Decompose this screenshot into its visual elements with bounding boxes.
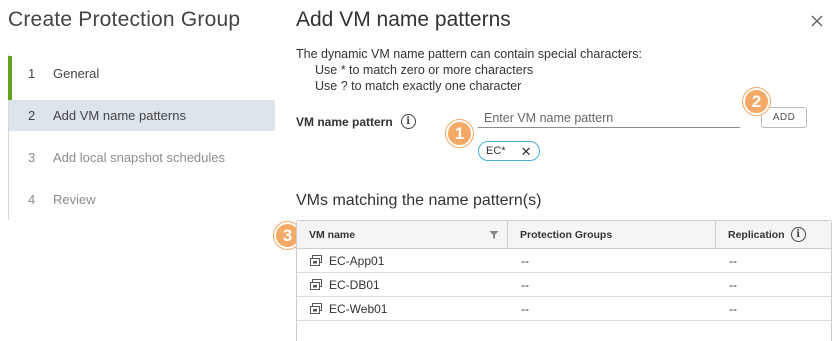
protection-groups-cell: --: [521, 253, 529, 268]
replication-cell: --: [729, 277, 737, 292]
vm-name-cell: EC-Web01: [297, 297, 507, 320]
vm-name: EC-DB01: [329, 277, 380, 292]
callout-badge-1: 1: [446, 120, 473, 147]
pattern-description: The dynamic VM name pattern can contain …: [296, 46, 642, 94]
pattern-chip: EC* ✕: [478, 141, 541, 161]
chip-label: EC*: [486, 145, 506, 157]
vm-name-cell: EC-DB01: [297, 273, 507, 296]
description-line: Use * to match zero or more characters: [315, 63, 534, 77]
page-title: Add VM name patterns: [296, 8, 511, 31]
column-header-protection-groups[interactable]: Protection Groups: [507, 221, 715, 248]
vm-icon: [309, 302, 323, 316]
vm-name: EC-App01: [329, 253, 385, 268]
step-add-vm-name-patterns[interactable]: 2 Add VM name patterns: [9, 100, 275, 131]
column-header-vm-name[interactable]: VM name: [297, 221, 507, 248]
replication-cell: --: [729, 253, 737, 268]
matching-vms-table: VM name Protection Groups Replication i …: [296, 220, 832, 341]
vm-name-cell: EC-App01: [297, 249, 507, 272]
vm-name-pattern-input[interactable]: [478, 108, 740, 128]
column-label: Protection Groups: [520, 228, 613, 241]
step-number: 4: [28, 192, 36, 207]
filter-icon[interactable]: [489, 230, 499, 243]
vm-icon: [309, 254, 323, 268]
table-row[interactable]: EC-DB01 -- --: [297, 273, 831, 297]
vm-name: EC-Web01: [329, 301, 388, 316]
add-button[interactable]: ADD: [761, 107, 807, 128]
info-icon[interactable]: i: [790, 227, 806, 242]
vm-name-pattern-label: VM name pattern i: [296, 114, 416, 129]
step-label: Review: [53, 192, 96, 207]
step-label: Add VM name patterns: [53, 108, 186, 123]
table-row[interactable]: EC-Web01 -- --: [297, 297, 831, 321]
replication-cell: --: [729, 301, 737, 316]
table-row[interactable]: EC-App01 -- --: [297, 249, 831, 273]
column-label: VM name: [309, 228, 356, 241]
step-number: 3: [28, 150, 36, 165]
description-line: Use ? to match exactly one character: [315, 79, 522, 93]
info-icon[interactable]: i: [400, 114, 416, 129]
step-add-local-snapshot-schedules[interactable]: 3 Add local snapshot schedules: [9, 142, 275, 173]
step-number: 1: [28, 66, 36, 81]
protection-groups-cell: --: [521, 277, 529, 292]
callout-badge-2: 2: [743, 88, 770, 115]
column-label: Replication: [728, 228, 785, 241]
step-number: 2: [28, 108, 36, 123]
vm-name-pattern-label-text: VM name pattern: [296, 114, 393, 129]
wizard-title: Create Protection Group: [8, 8, 241, 31]
step-general[interactable]: 1 General: [8, 56, 275, 100]
step-review[interactable]: 4 Review: [9, 184, 275, 215]
vm-icon: [309, 278, 323, 292]
table-header: VM name Protection Groups Replication i: [297, 221, 831, 249]
step-label: General: [53, 66, 100, 81]
matching-vms-title: VMs matching the name pattern(s): [296, 192, 542, 209]
remove-chip-icon[interactable]: ✕: [521, 145, 532, 158]
column-header-replication[interactable]: Replication i: [715, 221, 831, 248]
step-label: Add local snapshot schedules: [53, 150, 226, 165]
protection-groups-cell: --: [521, 301, 529, 316]
wizard-steps: 1 General 2 Add VM name patterns 3 Add l…: [8, 54, 275, 220]
description-line: The dynamic VM name pattern can contain …: [296, 47, 643, 61]
close-icon[interactable]: [808, 12, 826, 30]
